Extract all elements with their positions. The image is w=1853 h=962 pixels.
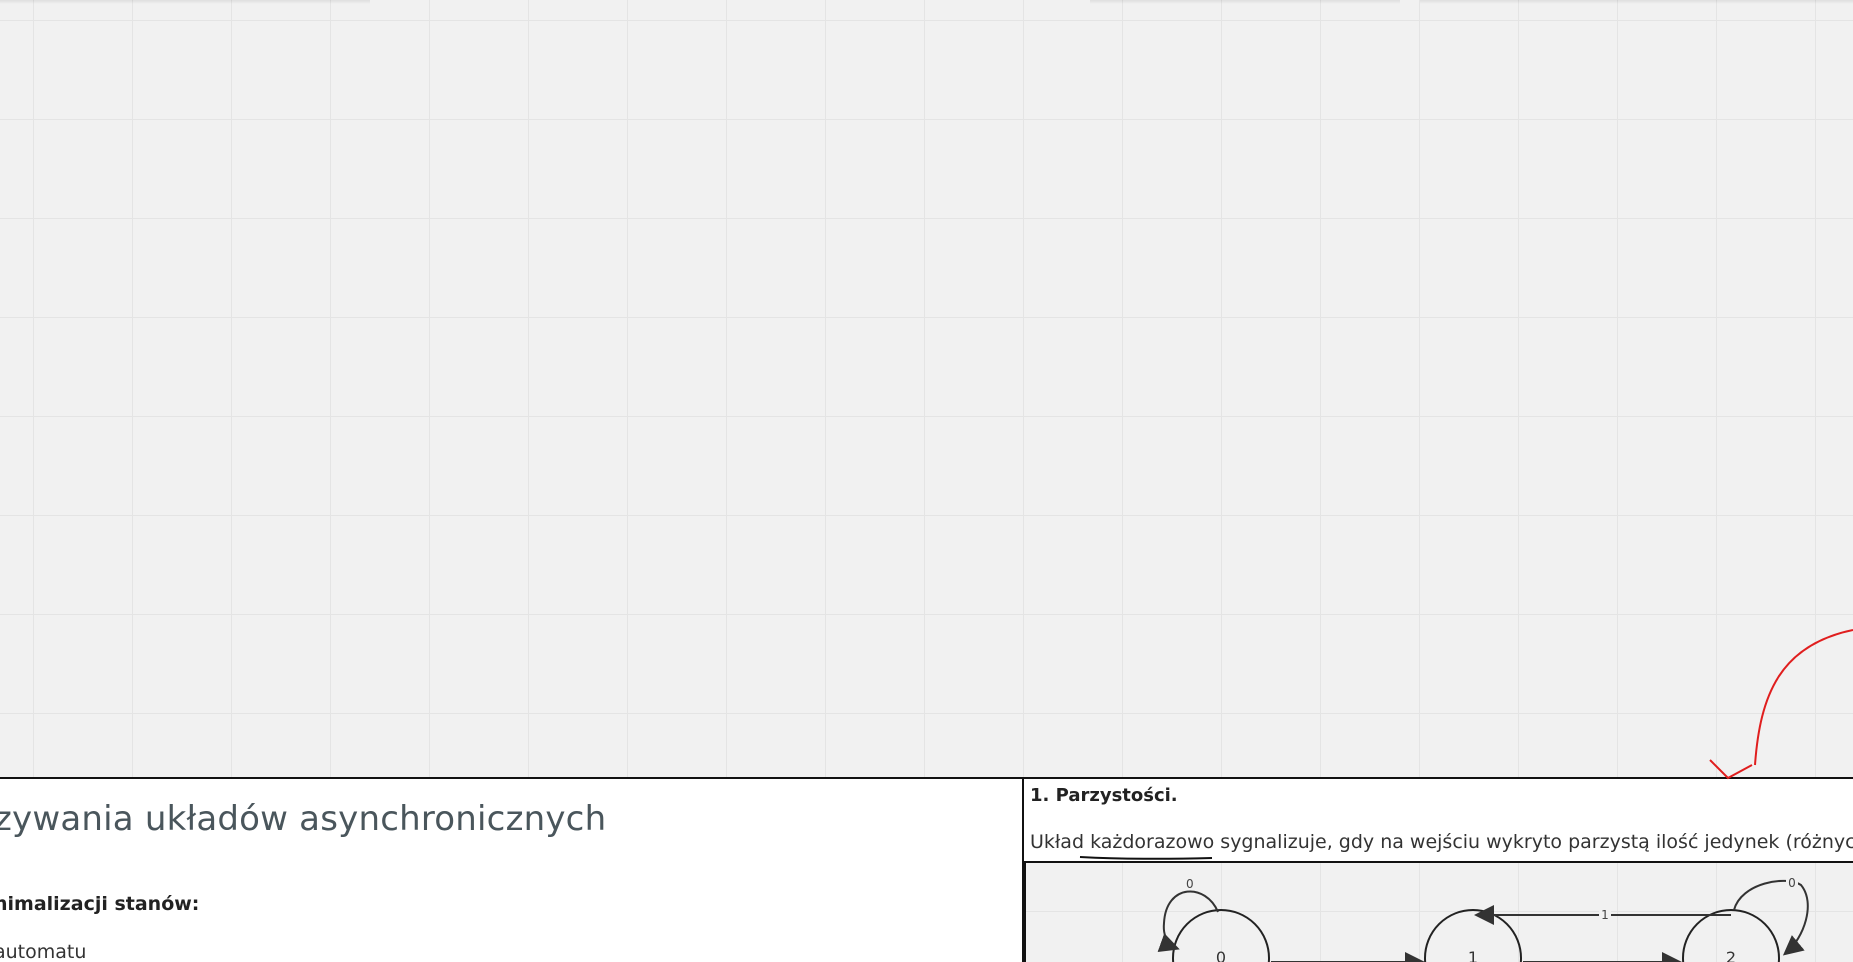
state-diagram[interactable]: 0 0 1 2 1 0 bbox=[1024, 863, 1853, 962]
state-label-1: 1 bbox=[1468, 948, 1478, 962]
handwritten-underline bbox=[1079, 856, 1213, 860]
edge-label-self-loop-0: 0 bbox=[1186, 877, 1194, 891]
top-shadow-left bbox=[0, 0, 370, 4]
red-arrow-curve bbox=[1754, 629, 1853, 766]
state-diagram-svg: 0 0 1 2 1 0 bbox=[1157, 875, 1809, 962]
section-text: Układ każdorazowo sygnalizuje, gdy na we… bbox=[1030, 831, 1853, 853]
edge-label-self-loop-2: 0 bbox=[1788, 876, 1796, 890]
section-text-part-1: Układ bbox=[1030, 831, 1091, 853]
document-card[interactable]: zywania układów asynchronicznych nimaliz… bbox=[0, 777, 1024, 962]
section-card[interactable]: 1. Parzystości. Układ każdorazowo sygnal… bbox=[1024, 777, 1853, 863]
document-subheading: nimalizacji stanów: bbox=[0, 893, 200, 915]
state-label-2: 2 bbox=[1726, 948, 1736, 962]
red-arrow-head bbox=[1709, 759, 1753, 780]
top-shadow-right-1 bbox=[1090, 0, 1400, 4]
self-loop-2 bbox=[1733, 879, 1809, 956]
state-label-0: 0 bbox=[1216, 948, 1226, 962]
whiteboard-canvas[interactable]: zywania układów asynchronicznych nimaliz… bbox=[0, 0, 1853, 962]
section-text-part-2: sygnalizuje, gdy na wejściu wykryto parz… bbox=[1214, 831, 1853, 853]
red-annotation-arrow bbox=[1709, 629, 1853, 780]
edge-label-top-arrow: 1 bbox=[1601, 908, 1609, 922]
document-line: automatu bbox=[0, 941, 87, 962]
document-title: zywania układów asynchronicznych bbox=[0, 799, 607, 839]
section-text-emphasis: każdorazowo bbox=[1090, 831, 1215, 853]
top-shadow-right-2 bbox=[1420, 0, 1853, 4]
section-title: 1. Parzystości. bbox=[1030, 785, 1178, 806]
